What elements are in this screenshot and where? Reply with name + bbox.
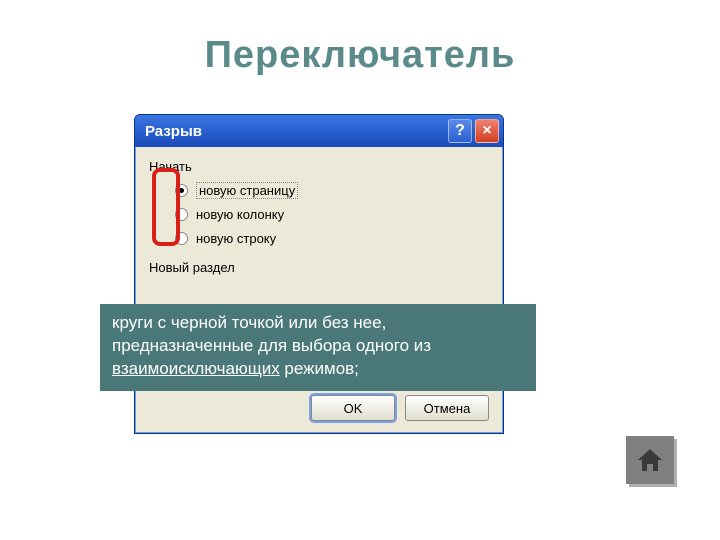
radio-icon: [175, 208, 188, 221]
home-button[interactable]: [626, 436, 674, 484]
radio-label: новую строку: [196, 231, 276, 246]
caption-box: круги с черной точкой или без нее, предн…: [100, 304, 536, 391]
home-icon: [635, 445, 665, 475]
radio-row-new-line[interactable]: новую строку: [175, 228, 491, 248]
caption-line2: предназначенные для выбора одного из: [112, 336, 431, 355]
radio-row-new-column[interactable]: новую колонку: [175, 204, 491, 224]
radio-label: новую страницу: [196, 182, 298, 199]
radio-label: новую колонку: [196, 207, 284, 222]
group-start-label: Начать: [149, 159, 491, 174]
group-section-label: Новый раздел: [149, 260, 491, 275]
ok-button[interactable]: OK: [311, 395, 395, 421]
cancel-button[interactable]: Отмена: [405, 395, 489, 421]
close-icon: ×: [482, 122, 491, 140]
radio-icon: [175, 184, 188, 197]
help-button[interactable]: ?: [448, 119, 472, 143]
caption-tail: режимов;: [280, 359, 359, 378]
caption-underlined: взаимоисключающих: [112, 359, 280, 378]
help-icon: ?: [455, 122, 465, 140]
caption-line1: круги с черной точкой или без нее,: [112, 313, 386, 332]
dialog-button-row: OK Отмена: [147, 393, 491, 421]
titlebar[interactable]: Разрыв ? ×: [135, 115, 503, 147]
dialog-title: Разрыв: [145, 123, 448, 140]
close-button[interactable]: ×: [475, 119, 499, 143]
radio-icon: [175, 232, 188, 245]
slide-title: Переключатель: [0, 34, 720, 77]
radio-row-new-page[interactable]: новую страницу: [175, 180, 491, 200]
